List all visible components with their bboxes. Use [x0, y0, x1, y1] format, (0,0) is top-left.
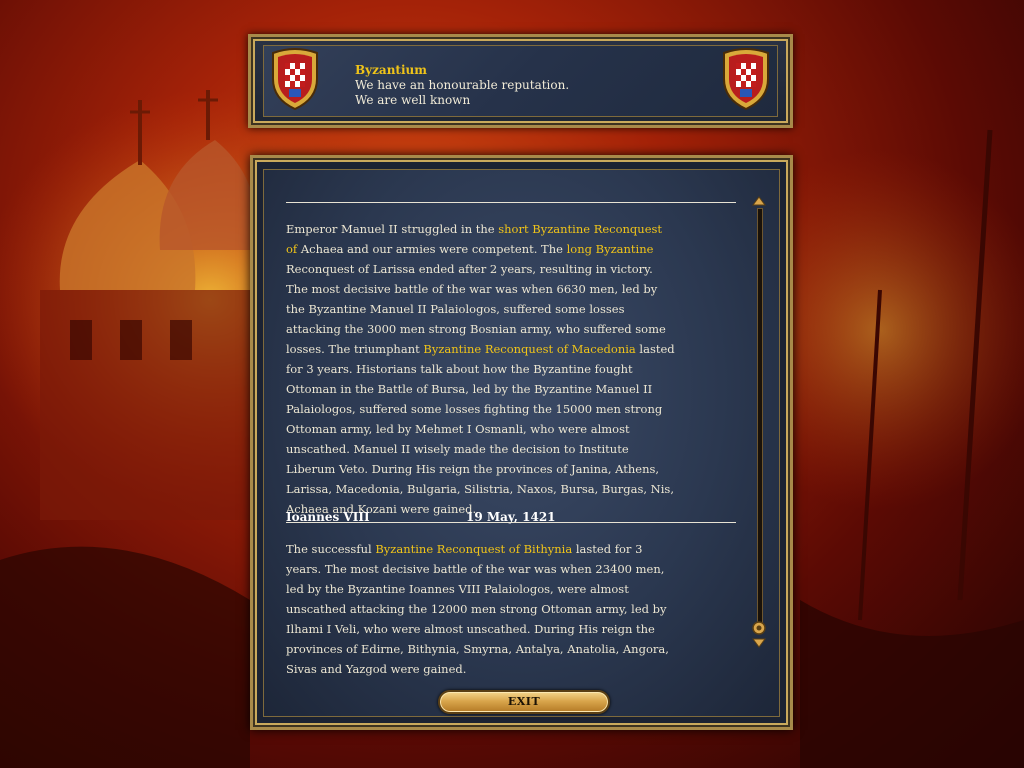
nation-name: Byzantium	[355, 63, 427, 77]
scroll-down-arrow-icon[interactable]	[752, 638, 766, 648]
byzantine-shield-icon	[272, 48, 318, 111]
history-text: The successful	[286, 542, 376, 556]
divider	[286, 522, 736, 523]
divider	[286, 202, 736, 203]
history-text: Emperor Manuel II struggled in the	[286, 222, 499, 236]
reputation-text: We have an honourable reputation.	[355, 78, 570, 92]
byzantine-shield-icon	[723, 48, 769, 111]
header-panel: Byzantium We have an honourable reputati…	[248, 34, 793, 128]
war-link[interactable]: Byzantine Reconquest of Bithynia	[375, 542, 572, 556]
history-paragraph: Emperor Manuel II struggled in the short…	[286, 219, 676, 519]
scroll-thumb[interactable]	[752, 621, 766, 635]
prestige-text: We are well known	[355, 93, 471, 107]
history-text: lasted for 3 years. Historians talk abou…	[286, 342, 675, 516]
history-window: Emperor Manuel II struggled in the short…	[250, 155, 793, 730]
exit-button[interactable]: EXIT	[438, 690, 610, 714]
history-text: lasted for 3 years. The most decisive ba…	[286, 542, 669, 676]
war-link[interactable]: long Byzantine	[567, 242, 654, 256]
scroll-up-arrow-icon[interactable]	[752, 196, 766, 206]
scroll-track[interactable]	[757, 208, 763, 630]
history-panel[interactable]: Emperor Manuel II struggled in the short…	[263, 169, 780, 717]
war-link[interactable]: Byzantine Reconquest of Macedonia	[423, 342, 635, 356]
reign-header: Ioannes VIII 19 May, 1421	[286, 510, 736, 526]
scrollbar[interactable]	[752, 196, 766, 648]
history-text: Achaea and our armies were competent. Th…	[297, 242, 567, 256]
history-paragraph: The successful Byzantine Reconquest of B…	[286, 539, 676, 679]
